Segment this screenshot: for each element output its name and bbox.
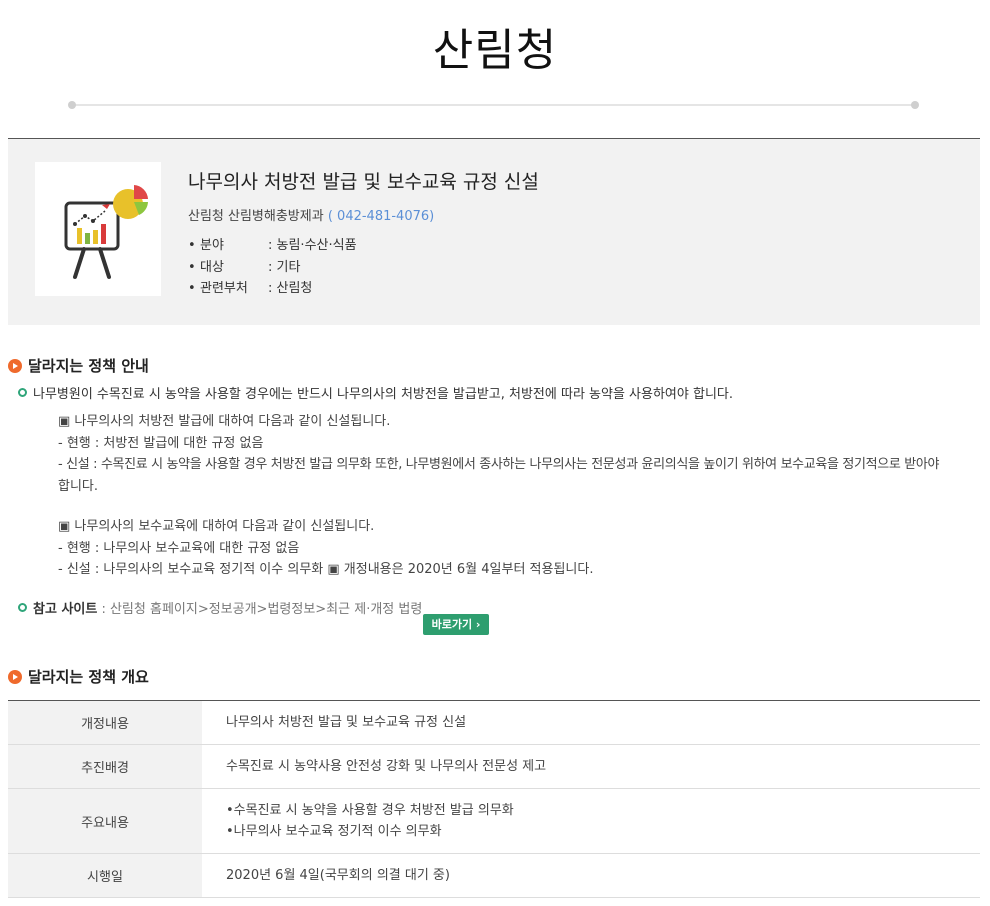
row-label: 개정내용	[8, 701, 202, 744]
guide-block-prescription: ▣ 나무의사의 처방전 발급에 대하여 다음과 같이 신설됩니다. - 현행 :…	[58, 414, 940, 494]
policy-meta: • 분야: 농림·수산·식품 • 대상: 기타 • 관련부처: 산림청	[188, 235, 357, 300]
meta-row-field: • 분야: 농림·수산·식품	[188, 238, 357, 253]
row-label: 주요내용	[8, 789, 202, 853]
table-row: 시행일 2020년 6월 4일(국무회의 의결 대기 중)	[8, 854, 980, 898]
overview-heading: 달라지는 정책 개요	[8, 666, 149, 687]
policy-thumbnail	[35, 162, 161, 296]
row-label: 추진배경	[8, 745, 202, 788]
go-button[interactable]: 바로가기 ›	[423, 614, 489, 635]
guide-heading: 달라지는 정책 안내	[8, 355, 149, 376]
arrow-circle-icon	[8, 670, 22, 684]
reference-site: 참고 사이트 : 산림청 홈페이지>정보공개>법령정보>최근 제·개정 법령	[18, 598, 422, 617]
page-title: 산림청	[432, 25, 558, 76]
department-name: 산림청 산림병해충방제과	[188, 209, 324, 224]
arrow-circle-icon	[8, 359, 22, 373]
green-circle-bullet-icon	[18, 388, 27, 397]
guide-summary: 나무병원이 수목진료 시 농약을 사용할 경우에는 반드시 나무의사의 처방전을…	[18, 383, 733, 402]
meta-row-ministry: • 관련부처: 산림청	[188, 281, 313, 296]
department-phone: ( 042-481-4076)	[327, 209, 435, 224]
presentation-chart-icon	[64, 185, 148, 279]
divider-dot-right	[911, 101, 919, 109]
guide-block-education: ▣ 나무의사의 보수교육에 대하여 다음과 같이 신설됩니다. - 현행 : 나…	[58, 519, 594, 577]
policy-department: 산림청 산림병해충방제과 ( 042-481-4076)	[188, 205, 434, 224]
table-row: 주요내용 •수목진료 시 농약을 사용할 경우 처방전 발급 의무화 •나무의사…	[8, 789, 980, 854]
overview-table: 개정내용 나무의사 처방전 발급 및 보수교육 규정 신설 추진배경 수목진료 …	[8, 700, 980, 898]
table-row: 개정내용 나무의사 처방전 발급 및 보수교육 규정 신설	[8, 701, 980, 745]
policy-title: 나무의사 처방전 발급 및 보수교육 규정 신설	[188, 171, 539, 193]
row-value: 2020년 6월 4일(국무회의 의결 대기 중)	[226, 868, 450, 883]
row-value: •수목진료 시 농약을 사용할 경우 처방전 발급 의무화 •나무의사 보수교육…	[226, 803, 514, 839]
row-label: 시행일	[8, 854, 202, 897]
title-divider	[72, 104, 916, 106]
divider-dot-left	[68, 101, 76, 109]
row-value: 수목진료 시 농약사용 안전성 강화 및 나무의사 전문성 제고	[226, 759, 547, 774]
meta-row-target: • 대상: 기타	[188, 259, 301, 275]
table-row: 추진배경 수목진료 시 농약사용 안전성 강화 및 나무의사 전문성 제고	[8, 745, 980, 789]
green-circle-bullet-icon	[18, 603, 27, 612]
policy-info-box: 나무의사 처방전 발급 및 보수교육 규정 신설 산림청 산림병해충방제과 ( …	[8, 138, 980, 325]
row-value: 나무의사 처방전 발급 및 보수교육 규정 신설	[226, 715, 467, 730]
